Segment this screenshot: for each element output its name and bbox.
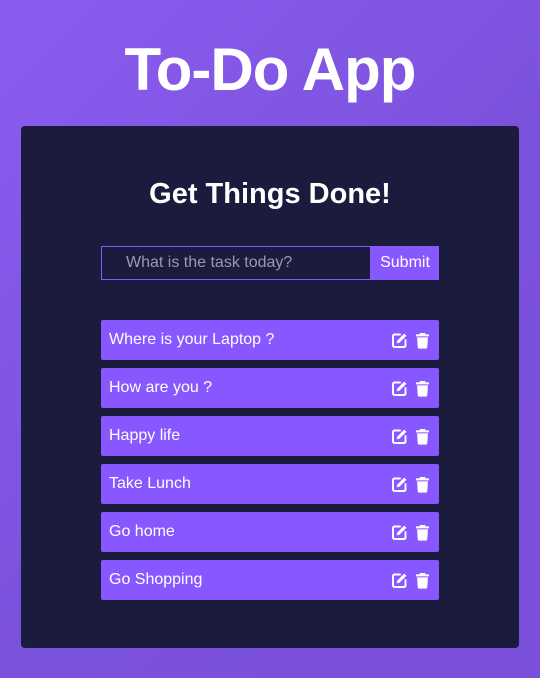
task-text: Go Shopping: [109, 571, 203, 588]
task-text: Go home: [109, 523, 175, 540]
trash-icon[interactable]: [414, 332, 431, 349]
trash-icon[interactable]: [414, 380, 431, 397]
task-text: Where is your Laptop ?: [109, 331, 275, 348]
task-text: Happy life: [109, 427, 181, 444]
task-actions: [391, 380, 431, 397]
edit-icon[interactable]: [391, 572, 408, 589]
task-item: Go home: [101, 512, 439, 552]
task-item: Take Lunch: [101, 464, 439, 504]
edit-icon[interactable]: [391, 380, 408, 397]
task-actions: [391, 428, 431, 445]
trash-icon[interactable]: [414, 476, 431, 493]
task-item: Go Shopping: [101, 560, 439, 600]
task-actions: [391, 476, 431, 493]
task-actions: [391, 572, 431, 589]
trash-icon[interactable]: [414, 428, 431, 445]
edit-icon[interactable]: [391, 428, 408, 445]
task-actions: [391, 524, 431, 541]
card-heading: Get Things Done!: [149, 178, 391, 210]
task-form: Submit: [101, 246, 439, 280]
task-item: Where is your Laptop ?: [101, 320, 439, 360]
edit-icon[interactable]: [391, 524, 408, 541]
edit-icon[interactable]: [391, 476, 408, 493]
task-actions: [391, 332, 431, 349]
task-item: How are you ?: [101, 368, 439, 408]
task-text: How are you ?: [109, 379, 213, 396]
task-input[interactable]: [101, 246, 371, 280]
app-title: To-Do App: [124, 36, 417, 103]
edit-icon[interactable]: [391, 332, 408, 349]
trash-icon[interactable]: [414, 524, 431, 541]
trash-icon[interactable]: [414, 572, 431, 589]
task-list: Where is your Laptop ? How are you ? Hap…: [101, 320, 439, 608]
submit-button[interactable]: Submit: [371, 246, 439, 280]
todo-card: Get Things Done! Submit Where is your La…: [21, 126, 519, 648]
task-text: Take Lunch: [109, 475, 191, 492]
task-item: Happy life: [101, 416, 439, 456]
